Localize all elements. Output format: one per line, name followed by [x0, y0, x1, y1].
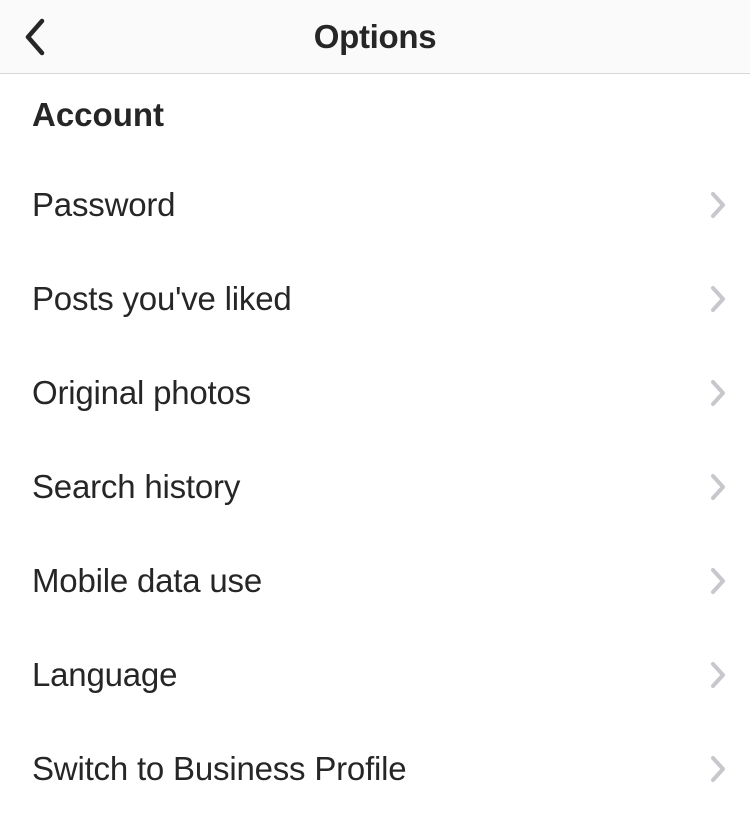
chevron-right-icon [710, 285, 726, 313]
chevron-right-icon [710, 755, 726, 783]
list-item-label: Original photos [32, 374, 251, 412]
chevron-right-icon [710, 191, 726, 219]
section-title-account: Account [0, 96, 750, 158]
list-item-label: Language [32, 656, 177, 694]
chevron-left-icon [22, 18, 48, 56]
chevron-right-icon [710, 567, 726, 595]
content: Account Password Posts you've liked Orig… [0, 74, 750, 816]
list-item-mobile-data-use[interactable]: Mobile data use [0, 534, 750, 628]
chevron-right-icon [710, 661, 726, 689]
list-item-search-history[interactable]: Search history [0, 440, 750, 534]
list-item-label: Mobile data use [32, 562, 262, 600]
list-item-label: Posts you've liked [32, 280, 292, 318]
list-item-switch-business-profile[interactable]: Switch to Business Profile [0, 722, 750, 816]
chevron-right-icon [710, 379, 726, 407]
header-bar: Options [0, 0, 750, 74]
list-item-password[interactable]: Password [0, 158, 750, 252]
list-item-label: Password [32, 186, 175, 224]
page-title: Options [0, 18, 750, 56]
list-item-label: Search history [32, 468, 240, 506]
settings-list: Password Posts you've liked Original pho… [0, 158, 750, 816]
back-button[interactable] [22, 18, 48, 56]
chevron-right-icon [710, 473, 726, 501]
list-item-language[interactable]: Language [0, 628, 750, 722]
list-item-original-photos[interactable]: Original photos [0, 346, 750, 440]
list-item-posts-liked[interactable]: Posts you've liked [0, 252, 750, 346]
list-item-label: Switch to Business Profile [32, 750, 406, 788]
